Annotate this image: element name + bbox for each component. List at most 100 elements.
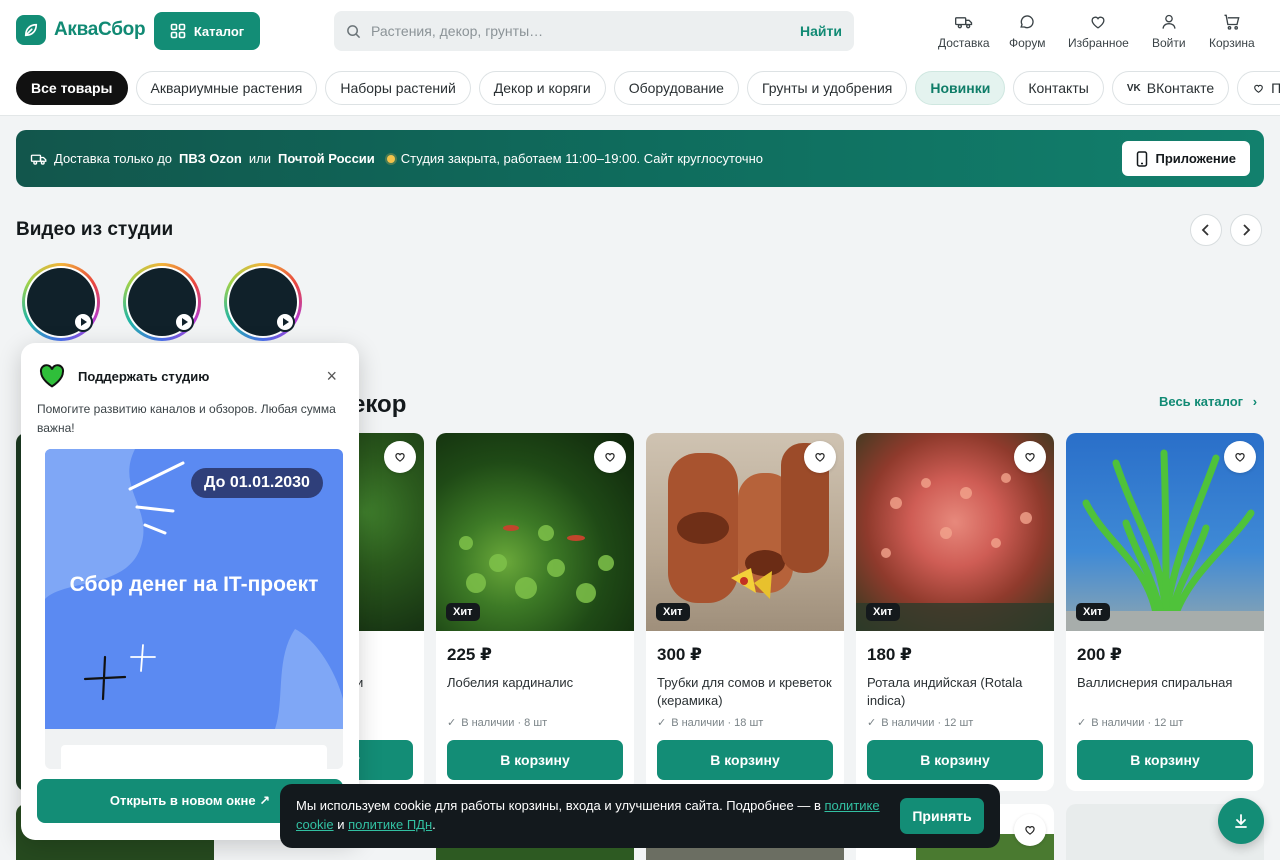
product-price: 300 ₽ <box>657 645 702 664</box>
heart-icon <box>605 453 615 462</box>
add-to-cart-button[interactable]: В корзину <box>447 740 623 780</box>
favorite-button[interactable] <box>1224 441 1256 473</box>
favorite-button[interactable] <box>1014 814 1046 846</box>
product-name[interactable]: Ротала индийская (Rotala indica) <box>867 674 1043 710</box>
chevron-left-icon <box>1201 224 1209 236</box>
nav-label: Корзина <box>1209 36 1255 50</box>
cookie-end: . <box>432 817 436 832</box>
status-dot-icon <box>386 154 395 163</box>
add-to-cart-button[interactable]: В корзину <box>1077 740 1253 780</box>
cookie-and: и <box>337 817 345 832</box>
stock-text: В наличии · 18 шт <box>671 716 764 729</box>
product-name[interactable]: Лобелия кардиналис <box>447 674 623 692</box>
nav-cart[interactable]: Корзина <box>1209 12 1255 50</box>
cart-icon <box>1224 14 1240 30</box>
heart-icon <box>815 453 825 462</box>
play-icon <box>73 312 93 332</box>
user-icon <box>1162 14 1176 29</box>
catalog-label: Каталог <box>193 23 245 39</box>
close-icon[interactable]: × <box>326 367 337 385</box>
heart-icon <box>1235 453 1245 462</box>
support-frame: До 01.01.2030 Сбор денег на IT-проект <box>45 449 343 769</box>
search-icon <box>347 24 361 38</box>
category-plants[interactable]: Аквариумные растения <box>135 71 318 105</box>
support-popup: Поддержать студию × Помогите развитию ка… <box>21 343 359 840</box>
product-image: Хит <box>436 433 634 631</box>
product-card[interactable]: Хит 200 ₽ Валлиснерия спиральная ✓ В нали… <box>1066 433 1264 791</box>
support-header: Поддержать студию <box>38 364 209 388</box>
category-soil[interactable]: Грунты и удобрения <box>746 71 908 105</box>
nav-delivery[interactable]: Доставка <box>938 12 990 50</box>
cookie-message: Мы используем cookie для работы корзины,… <box>296 798 821 813</box>
stock-status: ✓ В наличии · 18 шт <box>657 716 764 730</box>
product-name[interactable]: Валлиснерия спиральная <box>1077 674 1253 692</box>
play-icon <box>174 312 194 332</box>
category-plant-sets[interactable]: Наборы растений <box>325 71 471 105</box>
category-contacts[interactable]: Контакты <box>1013 71 1104 105</box>
header: АкваСбор Каталог Растения, декор, грунты… <box>0 0 1280 116</box>
hit-badge: Хит <box>1076 603 1110 621</box>
stock-status: ✓ В наличии · 12 шт <box>1077 716 1183 730</box>
videos-prev-button[interactable] <box>1190 214 1222 246</box>
stock-status: ✓ В наличии · 12 шт <box>867 716 974 730</box>
truck-icon <box>954 17 972 29</box>
video-story[interactable] <box>123 263 201 341</box>
category-vk[interactable]: VK ВКонтакте <box>1111 71 1230 105</box>
nav-login[interactable]: Войти <box>1152 12 1186 50</box>
pdn-policy-link[interactable]: политике ПДн <box>348 817 432 832</box>
hit-badge: Хит <box>446 603 480 621</box>
heart-icon <box>1091 16 1105 29</box>
chat-icon <box>1020 15 1034 29</box>
search-input[interactable]: Растения, декор, грунты… <box>371 23 800 39</box>
product-name[interactable]: Трубки для сомов и креветок (керамика) <box>657 674 833 710</box>
nav-label: Войти <box>1152 36 1186 50</box>
product-price: 200 ₽ <box>1077 645 1122 664</box>
accept-cookie-button[interactable]: Принять <box>900 798 984 834</box>
nav-forum[interactable]: Форум <box>1009 12 1045 50</box>
product-image: Хит <box>856 433 1054 631</box>
product-price: 225 ₽ <box>447 645 492 664</box>
catalog-button[interactable]: Каталог <box>154 12 260 50</box>
nav-label: Избранное <box>1068 36 1129 50</box>
app-button[interactable]: Приложение <box>1121 141 1250 176</box>
add-to-cart-button[interactable]: В корзину <box>867 740 1043 780</box>
video-story[interactable] <box>224 263 302 341</box>
category-label: Подд <box>1271 80 1280 96</box>
check-icon: ✓ <box>1077 717 1087 729</box>
scroll-down-button[interactable] <box>1218 798 1264 844</box>
videos-next-button[interactable] <box>1230 214 1262 246</box>
product-card[interactable]: Хит 225 ₽ Лобелия кардиналис ✓ В наличии … <box>436 433 634 791</box>
favorite-button[interactable] <box>384 441 416 473</box>
category-decor[interactable]: Декор и коряги <box>478 71 606 105</box>
product-card[interactable]: Хит 180 ₽ Ротала индийская (Rotala indic… <box>856 433 1054 791</box>
product-name: и <box>356 675 364 690</box>
all-catalog-link[interactable]: Весь каталог › <box>1159 394 1257 409</box>
banner-or: или <box>248 151 271 166</box>
favorite-button[interactable] <box>804 441 836 473</box>
category-new[interactable]: Новинки <box>915 71 1006 105</box>
favorite-button[interactable] <box>594 441 626 473</box>
fundraiser-banner[interactable]: До 01.01.2030 Сбор денег на IT-проект <box>45 449 343 729</box>
brand-name: АкваСбор <box>54 19 146 40</box>
category-label: ВКонтакте <box>1146 80 1215 96</box>
category-equipment[interactable]: Оборудование <box>613 71 739 105</box>
products-title: екор <box>352 391 407 418</box>
category-support[interactable]: Подд <box>1237 71 1280 105</box>
favorite-button[interactable] <box>1014 441 1046 473</box>
logo[interactable]: АкваСбор <box>16 15 146 45</box>
product-price: 180 ₽ <box>867 645 912 664</box>
nav-favorites[interactable]: Избранное <box>1068 12 1129 50</box>
stock-status: ✓ В наличии · 8 шт <box>447 716 548 730</box>
stock-text: В наличии · 8 шт <box>461 716 548 729</box>
video-story[interactable] <box>22 263 100 341</box>
grid-icon <box>170 23 186 39</box>
search-button[interactable]: Найти <box>800 23 842 39</box>
category-all[interactable]: Все товары <box>16 71 128 105</box>
all-catalog-label: Весь каталог <box>1159 394 1244 409</box>
heart-icon <box>1254 84 1263 93</box>
product-card[interactable]: Хит 300 ₽ Трубки для сомов и креветок (к… <box>646 433 844 791</box>
check-icon: ✓ <box>657 717 667 729</box>
search-bar[interactable]: Растения, декор, грунты… Найти <box>334 11 854 51</box>
stock-text: В наличии · 12 шт <box>881 716 974 729</box>
add-to-cart-button[interactable]: В корзину <box>657 740 833 780</box>
